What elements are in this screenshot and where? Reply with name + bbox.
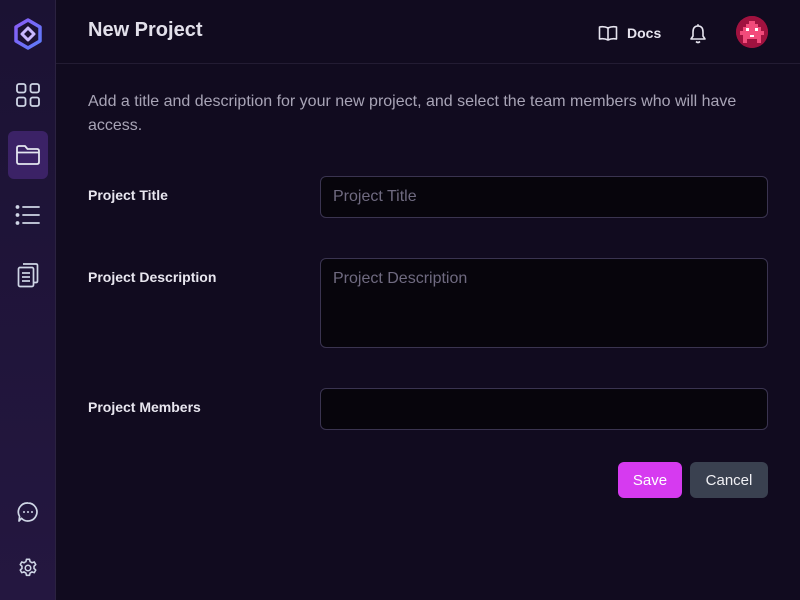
app-logo-icon[interactable] <box>10 16 46 52</box>
gear-icon <box>19 558 37 577</box>
sidebar-item-settings[interactable] <box>8 544 48 592</box>
folder-icon <box>16 145 40 165</box>
project-description-label: Project Description <box>88 269 217 285</box>
project-members-label: Project Members <box>88 399 201 415</box>
user-avatar[interactable] <box>736 16 768 48</box>
sidebar-item-chat[interactable] <box>8 488 48 536</box>
app-root: New Project Docs Add a title and descrip… <box>0 0 800 600</box>
project-description-textarea[interactable] <box>320 258 768 348</box>
project-members-input[interactable] <box>320 388 768 430</box>
sidebar-item-list[interactable] <box>8 191 48 239</box>
form-intro-text: Add a title and description for your new… <box>88 93 737 134</box>
page-title: New Project <box>88 19 203 41</box>
sidebar-item-documents[interactable] <box>8 251 48 299</box>
project-title-input[interactable] <box>320 176 768 218</box>
notifications-bell-icon[interactable] <box>688 23 708 45</box>
sidebar-item-dashboard[interactable] <box>8 71 48 119</box>
chat-bubble-icon <box>17 502 38 522</box>
docs-label: Docs <box>627 25 662 41</box>
grid-icon <box>16 83 40 107</box>
documents-icon <box>17 263 39 288</box>
save-button[interactable]: Save <box>618 462 682 498</box>
sidebar <box>0 0 56 600</box>
book-icon <box>598 25 618 41</box>
project-title-label: Project Title <box>88 187 168 203</box>
sidebar-item-projects[interactable] <box>8 131 48 179</box>
header: New Project Docs <box>56 0 800 64</box>
cancel-button[interactable]: Cancel <box>690 462 768 498</box>
docs-link[interactable]: Docs <box>598 22 661 44</box>
list-icon <box>15 205 40 225</box>
